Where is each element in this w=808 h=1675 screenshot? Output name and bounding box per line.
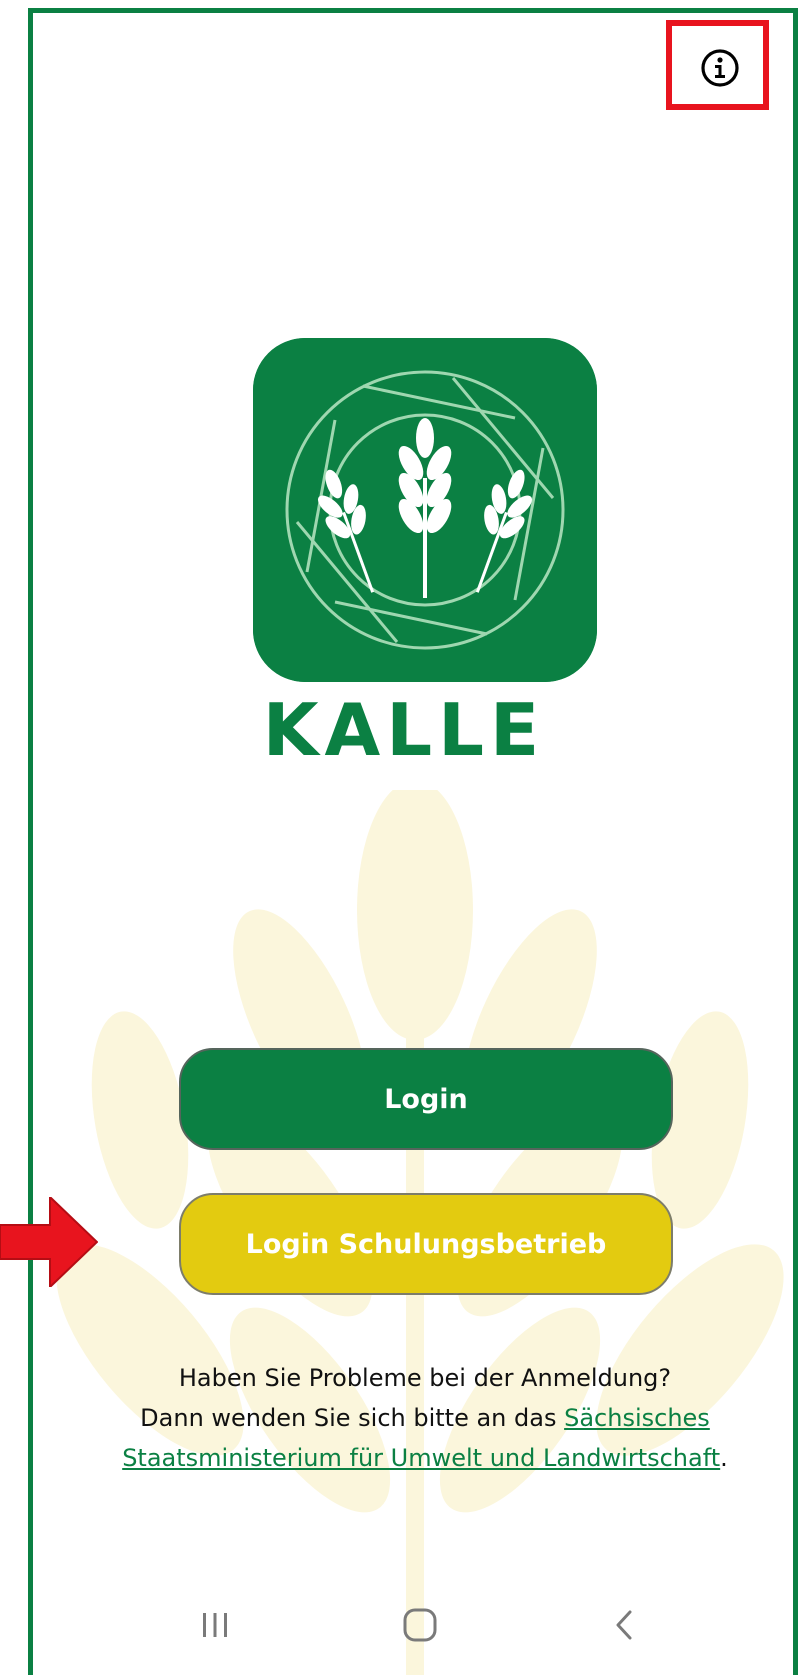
help-suffix: .	[720, 1444, 728, 1472]
login-screen: KALLE Login Login Schulungsbetrieb Haben…	[0, 0, 808, 1675]
system-navbar	[35, 1590, 795, 1675]
training-login-button[interactable]: Login Schulungsbetrieb	[179, 1193, 673, 1295]
login-button[interactable]: Login	[179, 1048, 673, 1150]
home-icon[interactable]	[390, 1590, 450, 1660]
help-line-2: Dann wenden Sie sich bitte an das Sächsi…	[100, 1398, 750, 1478]
info-icon[interactable]	[700, 48, 740, 88]
help-line-1: Haben Sie Probleme bei der Anmeldung?	[178, 1364, 672, 1392]
arrow-right-icon	[0, 1197, 98, 1287]
app-logo-icon	[253, 338, 597, 682]
back-icon[interactable]	[595, 1590, 655, 1660]
help-text: Haben Sie Probleme bei der Anmeldung? Da…	[100, 1358, 750, 1478]
app-name: KALLE	[262, 688, 546, 772]
help-line-2-prefix: Dann wenden Sie sich bitte an das	[140, 1404, 565, 1432]
recents-icon[interactable]	[185, 1590, 245, 1660]
